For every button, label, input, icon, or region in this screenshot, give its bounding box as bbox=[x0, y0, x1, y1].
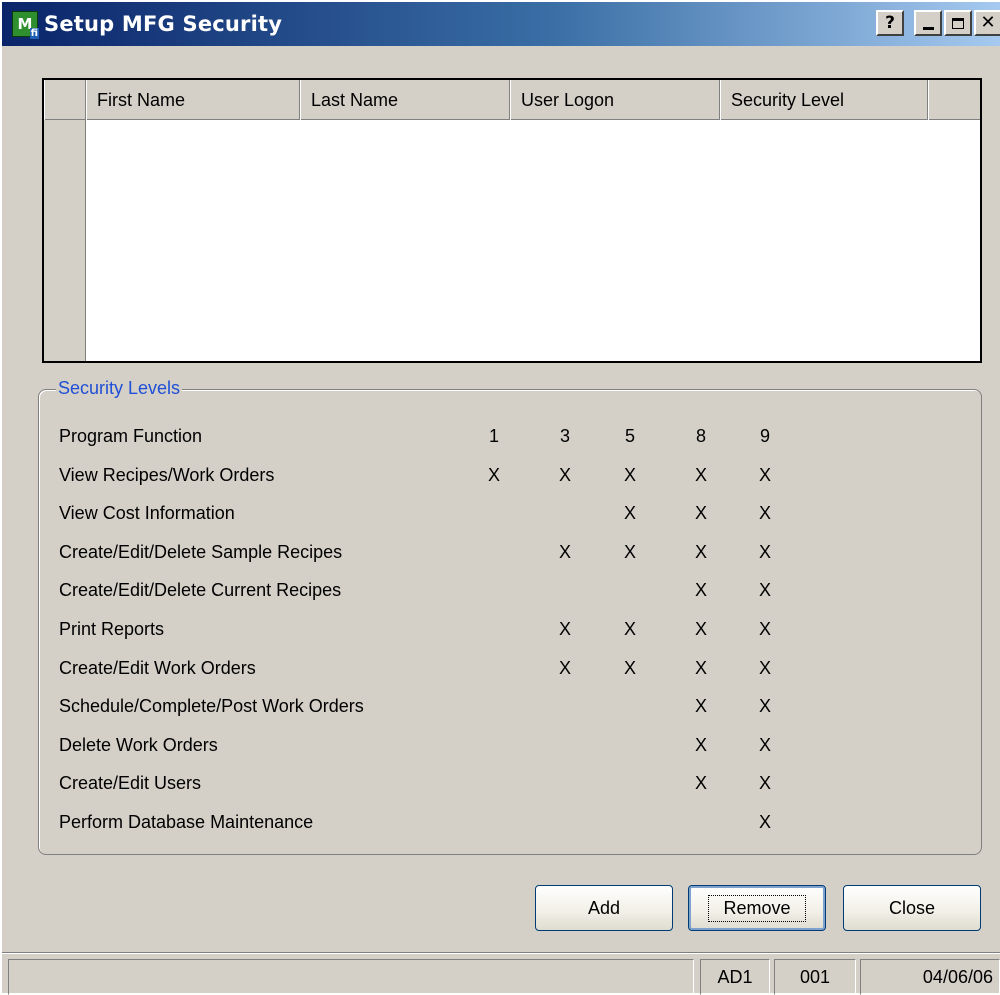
column-header-first-name[interactable]: First Name bbox=[86, 80, 300, 120]
level-mark-3: X bbox=[558, 464, 571, 485]
level-mark-9: X bbox=[758, 734, 771, 755]
level-header-3: 3 bbox=[559, 426, 570, 446]
title-bar[interactable]: M fi Setup MFG Security ? ✕ bbox=[2, 2, 1000, 46]
column-header-security-level[interactable]: Security Level bbox=[720, 80, 928, 120]
level-mark-8: X bbox=[694, 580, 707, 601]
level-mark-8: X bbox=[694, 618, 707, 639]
level-mark-9: X bbox=[758, 464, 771, 485]
level-mark-9: X bbox=[758, 773, 771, 794]
maximize-button[interactable] bbox=[944, 10, 972, 36]
level-mark-8: X bbox=[694, 773, 707, 794]
level-row: Print Reports X X X X bbox=[59, 616, 959, 647]
level-header-9: 9 bbox=[759, 426, 770, 446]
level-mark-8: X bbox=[694, 503, 707, 524]
level-row-label: Create/Edit/Delete Current Recipes bbox=[59, 580, 342, 601]
level-row: Create/Edit Work Orders X X X X bbox=[59, 655, 959, 686]
level-header-8: 8 bbox=[695, 426, 706, 446]
app-icon-sub: fi bbox=[29, 28, 39, 39]
add-button-label: Add bbox=[587, 897, 621, 918]
help-icon: ? bbox=[885, 13, 895, 33]
level-mark-9: X bbox=[758, 811, 771, 832]
level-row-label: Perform Database Maintenance bbox=[59, 811, 314, 832]
title-buttons: ? ✕ bbox=[876, 10, 1000, 36]
level-mark-5: X bbox=[623, 464, 636, 485]
remove-button[interactable]: Remove bbox=[688, 885, 826, 931]
status-user: AD1 bbox=[700, 959, 770, 995]
column-header-last-name[interactable]: Last Name bbox=[300, 80, 510, 120]
minimize-button[interactable] bbox=[914, 10, 942, 36]
level-mark-9: X bbox=[758, 503, 771, 524]
level-mark-9: X bbox=[758, 580, 771, 601]
security-levels-table: Program Function 1 3 5 8 9 View Recipes/… bbox=[59, 423, 959, 848]
level-row: Create/Edit/Delete Current Recipes X X bbox=[59, 577, 959, 608]
app-icon: M fi bbox=[12, 11, 39, 39]
level-mark-8: X bbox=[694, 696, 707, 717]
level-mark-8: X bbox=[694, 464, 707, 485]
level-mark-9: X bbox=[758, 541, 771, 562]
level-mark-8: X bbox=[694, 541, 707, 562]
level-row: Create/Edit Users X X bbox=[59, 770, 959, 801]
level-mark-8: X bbox=[694, 734, 707, 755]
level-row: Schedule/Complete/Post Work Orders X X bbox=[59, 693, 959, 724]
window-title: Setup MFG Security bbox=[44, 12, 283, 36]
close-window-button[interactable]: ✕ bbox=[974, 10, 1000, 36]
level-mark-9: X bbox=[758, 657, 771, 678]
remove-button-label: Remove bbox=[708, 894, 806, 922]
level-mark-5: X bbox=[623, 618, 636, 639]
level-mark-5: X bbox=[623, 503, 636, 524]
status-date: 04/06/06 bbox=[860, 959, 1000, 995]
status-company: 001 bbox=[774, 959, 856, 995]
level-mark-3: X bbox=[558, 657, 571, 678]
program-function-header: Program Function bbox=[59, 426, 203, 446]
close-button[interactable]: Close bbox=[843, 885, 981, 931]
level-mark-5: X bbox=[623, 657, 636, 678]
minimize-icon bbox=[922, 26, 934, 30]
grid-header: First Name Last Name User Logon Security… bbox=[44, 80, 980, 120]
level-row-label: Create/Edit Users bbox=[59, 773, 202, 794]
level-row-label: View Recipes/Work Orders bbox=[59, 464, 275, 485]
level-mark-1: X bbox=[487, 464, 500, 485]
level-row-label: View Cost Information bbox=[59, 503, 235, 524]
levels-header-row: Program Function 1 3 5 8 9 bbox=[59, 423, 959, 454]
level-row-label: Schedule/Complete/Post Work Orders bbox=[59, 696, 364, 717]
maximize-icon bbox=[952, 17, 964, 29]
add-button[interactable]: Add bbox=[535, 885, 673, 931]
status-message bbox=[8, 959, 694, 995]
level-row: View Cost Information X X X bbox=[59, 500, 959, 531]
level-row: View Recipes/Work Orders X X X X X bbox=[59, 462, 959, 493]
level-mark-3: X bbox=[558, 618, 571, 639]
level-mark-5: X bbox=[623, 541, 636, 562]
level-header-5: 5 bbox=[624, 426, 635, 446]
column-header-filler bbox=[928, 80, 980, 120]
level-mark-8: X bbox=[694, 657, 707, 678]
level-row-label: Create/Edit Work Orders bbox=[59, 657, 256, 678]
level-mark-9: X bbox=[758, 618, 771, 639]
users-grid[interactable]: First Name Last Name User Logon Security… bbox=[42, 78, 982, 363]
close-icon: ✕ bbox=[980, 12, 996, 33]
setup-mfg-security-window: M fi Setup MFG Security ? ✕ First Name L… bbox=[0, 0, 1000, 995]
level-rows: View Recipes/Work Orders X X X X X View Cost I… bbox=[59, 462, 959, 840]
security-levels-legend: Security Levels bbox=[56, 378, 183, 399]
grid-row-selector[interactable] bbox=[44, 120, 86, 361]
help-button[interactable]: ? bbox=[876, 10, 904, 36]
close-button-label: Close bbox=[888, 897, 936, 918]
status-bar-separator bbox=[2, 952, 1000, 954]
level-mark-9: X bbox=[758, 696, 771, 717]
column-header-user-logon[interactable]: User Logon bbox=[510, 80, 720, 120]
level-header-1: 1 bbox=[488, 426, 499, 446]
level-row-label: Create/Edit/Delete Sample Recipes bbox=[59, 541, 343, 562]
level-row: Delete Work Orders X X bbox=[59, 732, 959, 763]
level-row: Perform Database Maintenance X bbox=[59, 809, 959, 840]
level-row: Create/Edit/Delete Sample Recipes X X X X bbox=[59, 539, 959, 570]
level-row-label: Delete Work Orders bbox=[59, 734, 218, 755]
level-row-label: Print Reports bbox=[59, 618, 165, 639]
level-mark-3: X bbox=[558, 541, 571, 562]
grid-corner-cell bbox=[44, 80, 86, 120]
